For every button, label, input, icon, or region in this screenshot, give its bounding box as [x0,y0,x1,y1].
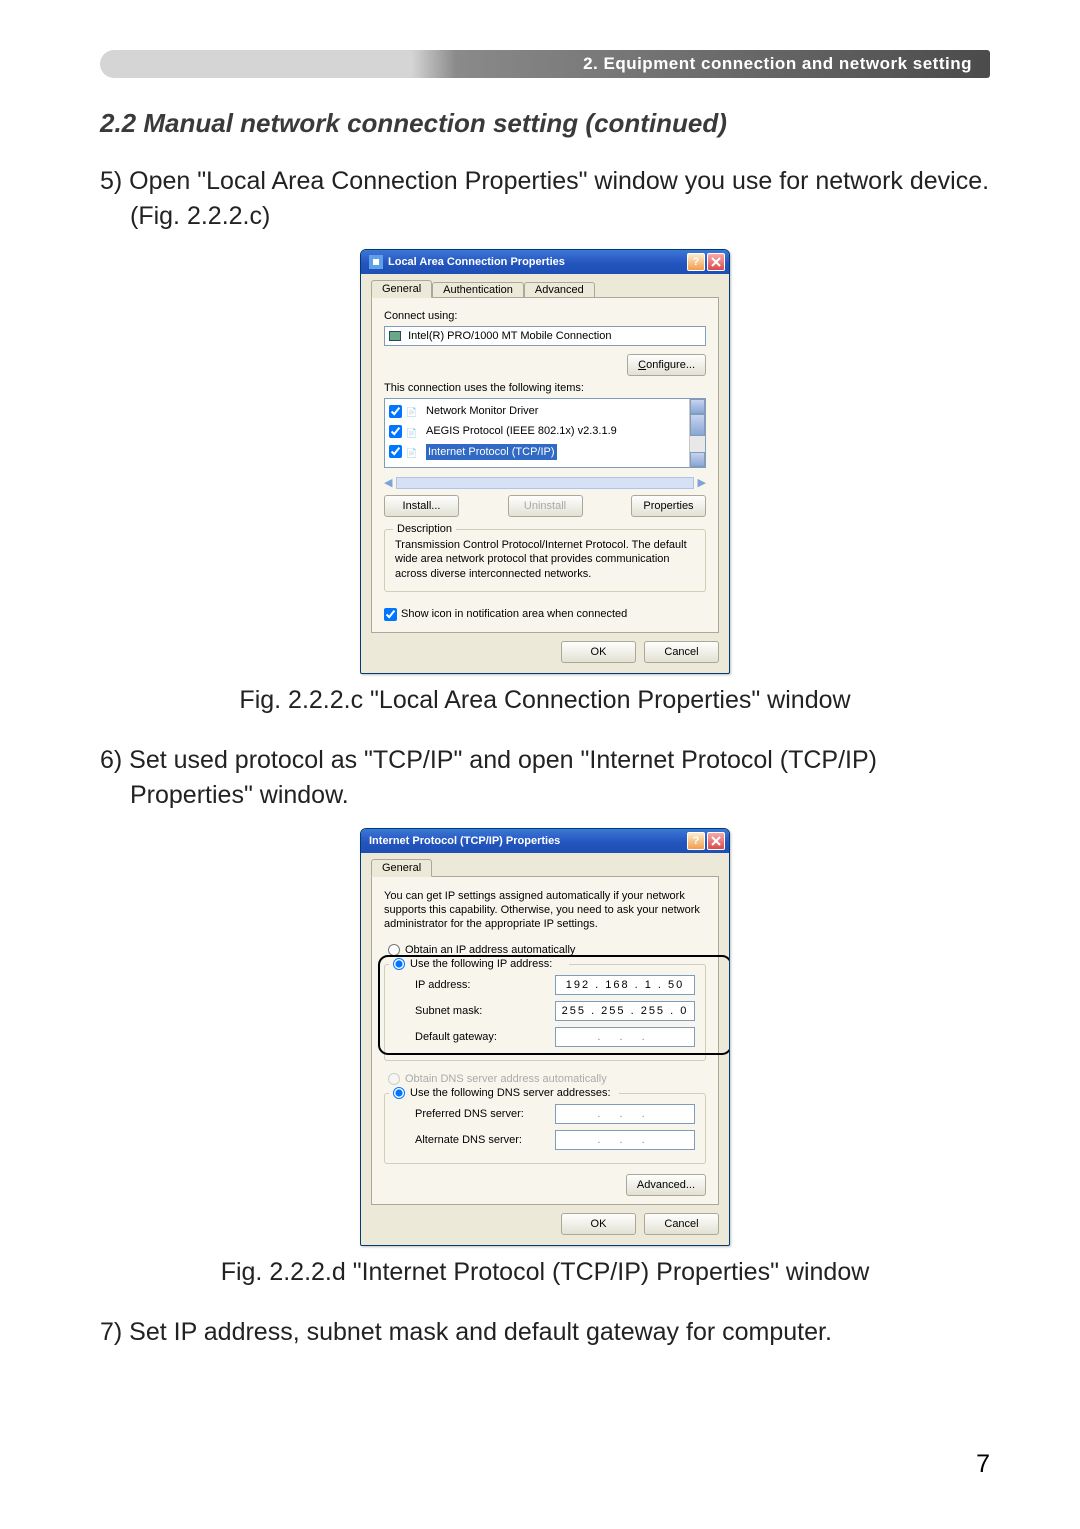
advanced-button[interactable]: Advanced... [626,1174,706,1196]
step-7-text: 7) Set IP address, subnet mask and defau… [130,1315,990,1350]
alternate-dns-input[interactable]: . . . [555,1130,695,1150]
install-button[interactable]: Install... [384,495,459,517]
page-number: 7 [976,1450,990,1479]
step-5-text: 5) Open "Local Area Connection Propertie… [130,164,990,234]
scroll-up-icon[interactable] [690,399,705,414]
tab-general[interactable]: General [371,280,432,298]
chevron-left-icon[interactable]: ◀ [384,476,392,489]
close-button[interactable] [707,832,725,850]
default-gateway-label: Default gateway: [415,1031,545,1043]
subnet-mask-input[interactable]: 255 . 255 . 255 . 0 [555,1001,695,1021]
description-text: Transmission Control Protocol/Internet P… [395,538,695,581]
checkbox-icon[interactable] [384,608,397,621]
tab-authentication[interactable]: Authentication [432,282,524,298]
h-scrollbar[interactable] [396,477,693,489]
list-item-selected[interactable]: 📄 Internet Protocol (TCP/IP) [389,444,557,461]
uninstall-button: Uninstall [508,495,583,517]
show-icon-checkbox[interactable]: Show icon in notification area when conn… [384,608,627,621]
help-button[interactable]: ? [687,832,705,850]
scroll-down-icon[interactable] [690,452,705,467]
scrollbar[interactable] [689,399,705,467]
radio-icon[interactable] [393,1087,405,1099]
list-item[interactable]: 📄 AEGIS Protocol (IEEE 802.1x) v2.3.1.9 [389,423,617,440]
figure-caption-1: Fig. 2.2.2.c "Local Area Connection Prop… [100,686,990,715]
figure-caption-2: Fig. 2.2.2.d "Internet Protocol (TCP/IP)… [100,1258,990,1287]
chapter-banner: 2. Equipment connection and network sett… [100,50,990,78]
use-ip-radio[interactable]: Use the following IP address: [389,956,569,972]
section-heading: 2.2 Manual network connection setting (c… [100,108,990,139]
help-button[interactable]: ? [687,253,705,271]
close-button[interactable] [707,253,725,271]
checkbox-icon[interactable] [389,405,402,418]
default-gateway-input[interactable]: . . . [555,1027,695,1047]
scroll-thumb[interactable] [690,414,705,436]
tcpip-properties-dialog: Internet Protocol (TCP/IP) Properties ? … [360,828,730,1246]
radio-icon[interactable] [393,958,405,970]
alternate-dns-label: Alternate DNS server: [415,1134,545,1146]
use-dns-radio[interactable]: Use the following DNS server addresses: [389,1085,619,1101]
tab-advanced[interactable]: Advanced [524,282,595,298]
list-item[interactable]: 📄 Network Monitor Driver [389,403,538,420]
network-icon [369,255,383,269]
cancel-button[interactable]: Cancel [644,1213,719,1235]
local-area-connection-dialog: Local Area Connection Properties ? Gener… [360,249,730,674]
subnet-mask-label: Subnet mask: [415,1005,545,1017]
dialog1-tabs: General Authentication Advanced [371,280,719,298]
cancel-button[interactable]: Cancel [644,641,719,663]
configure-button[interactable]: Configure... [627,354,706,376]
ok-button[interactable]: OK [561,641,636,663]
chevron-right-icon[interactable]: ▶ [698,476,706,489]
dialog2-title: Internet Protocol (TCP/IP) Properties [369,835,685,847]
dialog1-titlebar: Local Area Connection Properties ? [361,250,729,274]
driver-icon: 📄 [406,406,418,416]
checkbox-icon[interactable] [389,445,402,458]
preferred-dns-input[interactable]: . . . [555,1104,695,1124]
intro-text: You can get IP settings assigned automat… [384,889,706,932]
radio-icon[interactable] [388,944,400,956]
description-label: Description [393,523,456,535]
ok-button[interactable]: OK [561,1213,636,1235]
radio-icon [388,1073,400,1085]
checkbox-icon[interactable] [389,425,402,438]
preferred-dns-label: Preferred DNS server: [415,1108,545,1120]
properties-button[interactable]: Properties [631,495,706,517]
connection-items-list[interactable]: 📄 Network Monitor Driver 📄 AEGIS Protoco… [384,398,706,468]
banner-text: 2. Equipment connection and network sett… [583,54,972,74]
step-6-text: 6) Set used protocol as "TCP/IP" and ope… [130,743,990,813]
adapter-name: Intel(R) PRO/1000 MT Mobile Connection [408,330,611,342]
connect-using-label: Connect using: [384,310,706,322]
dialog1-title: Local Area Connection Properties [388,256,685,268]
tab-general[interactable]: General [371,859,432,877]
driver-icon: 📄 [406,427,418,437]
ip-address-input[interactable]: 192 . 168 . 1 . 50 [555,975,695,995]
driver-icon: 📄 [406,447,418,457]
dialog2-titlebar: Internet Protocol (TCP/IP) Properties ? [361,829,729,853]
items-label: This connection uses the following items… [384,382,706,394]
adapter-box: Intel(R) PRO/1000 MT Mobile Connection [384,326,706,346]
ip-address-label: IP address: [415,979,545,991]
adapter-icon [389,331,401,341]
